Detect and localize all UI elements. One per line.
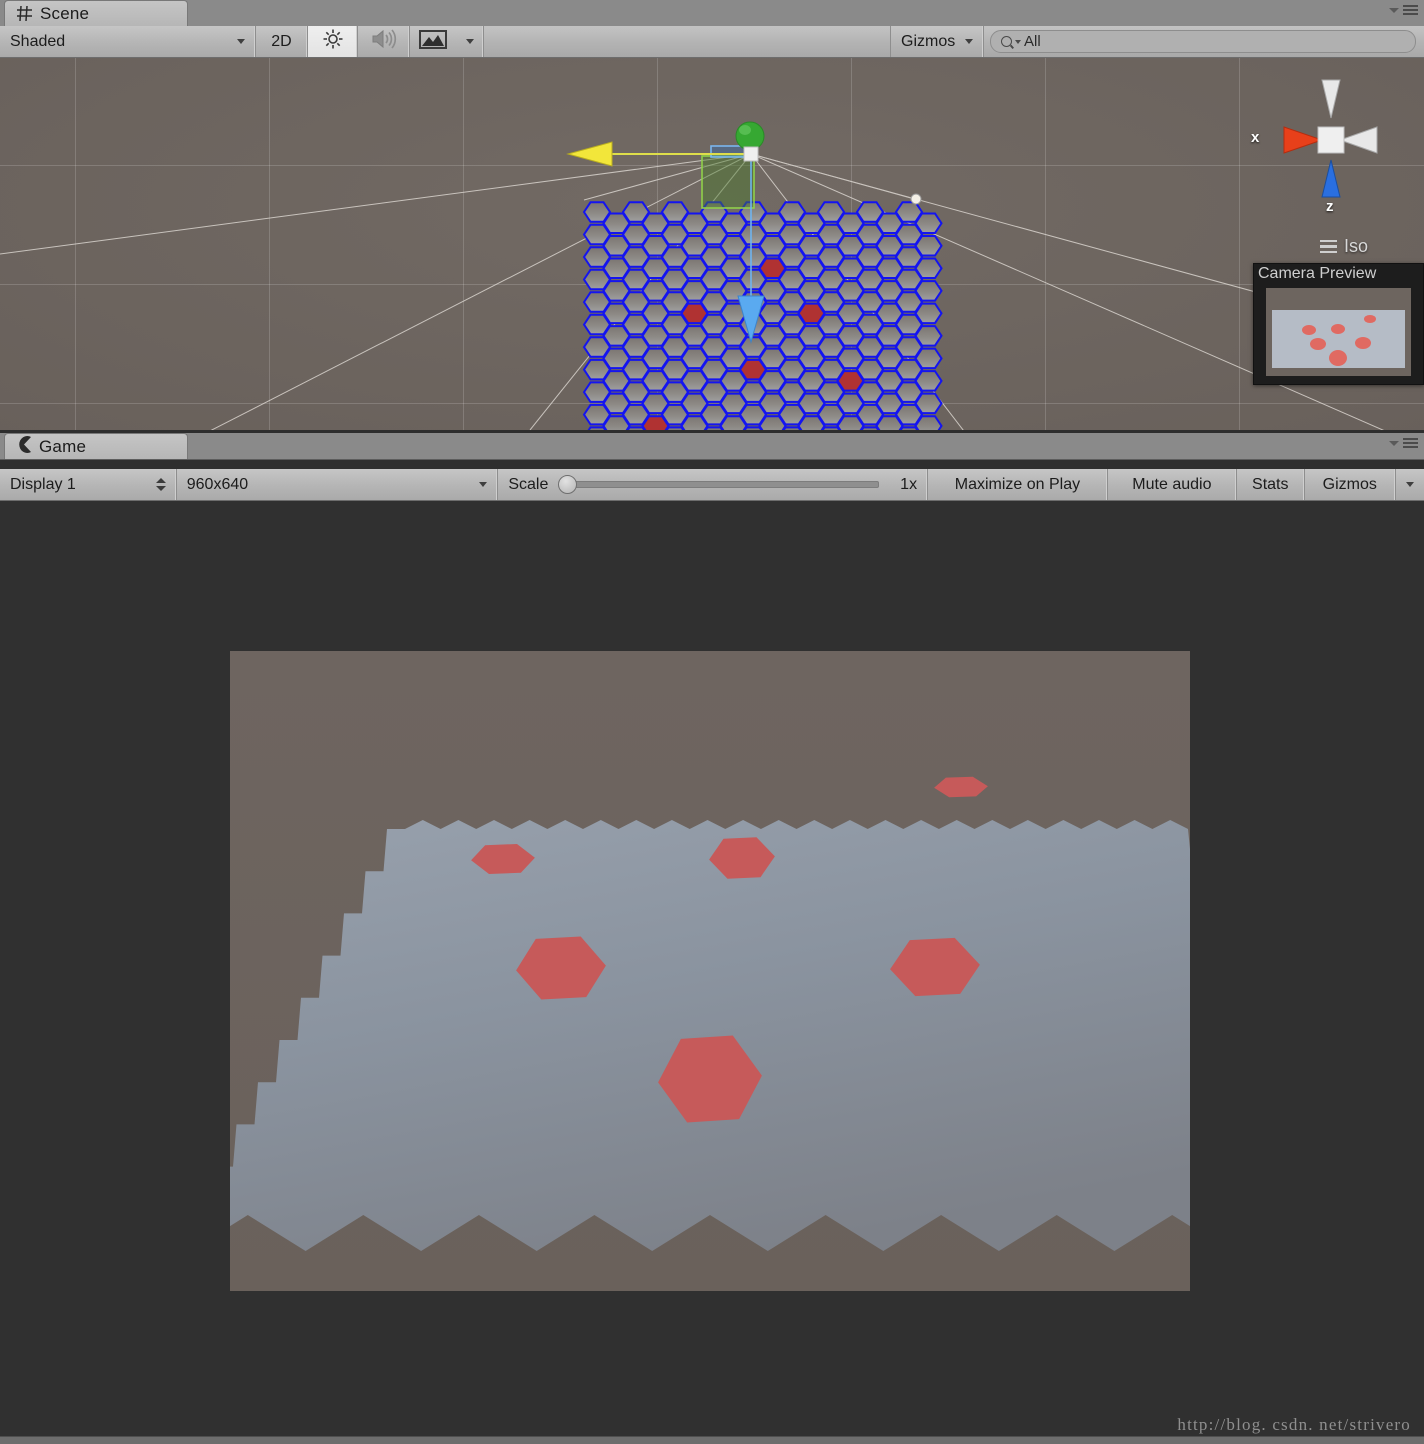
game-toolbar: Display 1 960x640 Scale 1x Maximize on P…	[0, 469, 1424, 501]
scene-viewport[interactable]: x z Iso Camera Preview	[0, 58, 1424, 430]
scene-toolbar-spacer	[484, 26, 890, 57]
chevron-down-icon	[1406, 482, 1415, 487]
scene-toolbar: Shaded 2D Gizmos All	[0, 26, 1424, 58]
tab-scene-label: Scene	[40, 3, 90, 23]
maximize-on-play-label: Maximize on Play	[954, 475, 1081, 493]
axis-z-label: z	[1326, 198, 1334, 215]
display-dropdown[interactable]: Display 1	[0, 469, 177, 500]
toggle-2d-label: 2D	[271, 32, 292, 50]
game-viewport[interactable]: http://blog. csdn. net/strivero	[0, 501, 1424, 1444]
grid-icon	[16, 5, 33, 22]
stats-button[interactable]: Stats	[1236, 469, 1305, 500]
lines-icon	[1319, 239, 1337, 254]
speaker-icon	[371, 29, 397, 54]
scene-projection-toggle[interactable]: Iso	[1319, 236, 1368, 257]
game-panel-menu[interactable]	[1389, 438, 1418, 448]
effects-toggle-button[interactable]	[410, 26, 456, 57]
draw-mode-dropdown[interactable]: Shaded	[0, 26, 256, 57]
image-icon	[419, 29, 447, 54]
scale-slider-track	[566, 481, 880, 488]
scale-slider[interactable]	[558, 475, 880, 494]
axis-x-label: x	[1251, 129, 1260, 146]
gizmo-y-handle-specular	[739, 125, 751, 135]
window-footer	[0, 1436, 1424, 1444]
game-tabbar: Game	[0, 433, 1424, 460]
scene-axis-gizmo[interactable]: x z	[1234, 70, 1384, 250]
chevron-down-icon	[237, 39, 245, 44]
search-icon	[1001, 36, 1012, 47]
scene-gizmos-dropdown[interactable]: Gizmos	[890, 26, 984, 57]
axis-center-cube	[1317, 126, 1345, 154]
mute-audio-button[interactable]: Mute audio	[1107, 469, 1237, 500]
tab-game[interactable]: Game	[4, 433, 188, 459]
resolution-label: 960x640	[186, 475, 249, 493]
chevron-down-icon	[479, 482, 488, 487]
scale-slider-group[interactable]: Scale 1x	[498, 469, 929, 500]
game-render-image	[230, 651, 1190, 1291]
axis-up-cone	[1321, 79, 1341, 119]
scene-gizmo-layer	[0, 121, 1424, 430]
chevron-down-icon	[1015, 39, 1021, 44]
camera-preview-image	[1266, 288, 1411, 376]
draw-mode-label: Shaded	[10, 32, 66, 50]
scene-gizmos-label: Gizmos	[901, 32, 956, 50]
game-render-surface	[230, 651, 1190, 1291]
camera-preview-panel: Camera Preview	[1253, 263, 1424, 385]
game-gizmos-label: Gizmos	[1322, 475, 1377, 493]
toggle-2d-button[interactable]: 2D	[256, 26, 308, 57]
camera-preview-render	[1266, 288, 1411, 376]
hamburger-icon[interactable]	[1403, 5, 1418, 15]
hex-grid-board	[582, 201, 943, 430]
unity-editor-window: Scene Shaded 2D Gizmos All x z Iso Camer…	[0, 0, 1424, 1444]
scene-search-input[interactable]: All	[990, 30, 1416, 53]
maximize-on-play-button[interactable]: Maximize on Play	[928, 469, 1108, 500]
sun-icon	[322, 28, 344, 55]
scale-value: 1x	[900, 475, 918, 493]
gizmo-center-handle	[743, 146, 759, 162]
resolution-dropdown[interactable]: 960x640	[176, 469, 499, 500]
chevron-down-icon	[465, 39, 474, 44]
camera-preview-title: Camera Preview	[1258, 265, 1377, 282]
chevron-down-icon[interactable]	[1389, 7, 1399, 13]
scene-light-gizmo	[910, 193, 922, 205]
gizmo-x-arrow	[566, 141, 613, 167]
scale-slider-handle[interactable]	[558, 475, 578, 494]
axis-right-cone	[1338, 126, 1378, 154]
game-board-surface	[230, 820, 1190, 1251]
pacman-icon	[16, 435, 32, 458]
hamburger-icon[interactable]	[1403, 438, 1418, 448]
audio-toggle-button[interactable]	[358, 26, 410, 57]
chevron-down-icon	[965, 39, 973, 44]
gizmo-y-handle	[735, 121, 765, 151]
chevron-down-icon[interactable]	[1389, 440, 1399, 446]
lighting-toggle-button[interactable]	[308, 26, 358, 57]
axis-x-cone	[1283, 126, 1324, 154]
blog-watermark: http://blog. csdn. net/strivero	[1177, 1415, 1411, 1434]
gizmo-xz-plane-handle	[701, 155, 755, 209]
scene-tabbar: Scene	[0, 0, 1424, 27]
stats-label: Stats	[1252, 475, 1289, 493]
scale-label: Scale	[508, 475, 549, 493]
display-label: Display 1	[10, 475, 76, 493]
up-down-arrows-icon	[155, 478, 166, 491]
mute-audio-label: Mute audio	[1132, 475, 1212, 493]
scene-search-value: All	[1024, 33, 1041, 50]
scene-projection-label: Iso	[1343, 236, 1368, 256]
tab-scene[interactable]: Scene	[4, 0, 188, 26]
tab-game-label: Game	[39, 436, 87, 456]
scene-panel-menu[interactable]	[1389, 5, 1418, 15]
game-gizmos-dropdown[interactable]	[1396, 469, 1424, 500]
effects-dropdown-button[interactable]	[456, 26, 484, 57]
game-gizmos-button[interactable]: Gizmos	[1304, 469, 1397, 500]
axis-z-cone	[1321, 159, 1341, 198]
